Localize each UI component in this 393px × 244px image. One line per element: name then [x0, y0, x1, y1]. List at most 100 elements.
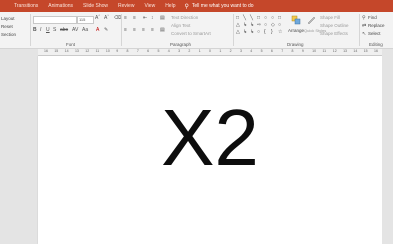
font-size-combo[interactable]: 115: [77, 16, 94, 24]
font-group-label: Font: [66, 42, 76, 47]
increase-font-icon[interactable]: Aˆ: [95, 15, 100, 21]
lightbulb-icon: ⚲: [184, 3, 189, 10]
ruler-tick-label: 0: [209, 49, 211, 53]
tab-animations[interactable]: Animations: [43, 3, 78, 9]
shape-effects-button[interactable]: Shape Effects: [320, 31, 348, 36]
align-left-icon[interactable]: ≡: [124, 27, 127, 33]
tab-view[interactable]: View: [139, 3, 160, 9]
paragraph-group-label: Paragraph: [170, 42, 192, 47]
section-button[interactable]: Section: [1, 32, 16, 37]
select-button[interactable]: Select: [368, 31, 381, 36]
line-spacing-icon[interactable]: ↕: [151, 15, 154, 21]
font-color-icon[interactable]: A: [96, 27, 99, 33]
slide-canvas[interactable]: X2: [38, 56, 382, 244]
change-case-icon[interactable]: Aa: [82, 27, 88, 33]
justify-icon[interactable]: ≡: [151, 27, 154, 33]
ruler-tick-label: 16: [374, 49, 378, 53]
tab-help[interactable]: Help: [160, 3, 180, 9]
layout-button[interactable]: Layout: [1, 16, 15, 21]
find-icon: ⚲: [362, 15, 366, 21]
text-direction-button[interactable]: Text Direction: [171, 15, 198, 20]
ruler-tick-label: 9: [116, 49, 119, 53]
underline-icon[interactable]: U: [46, 27, 50, 33]
vertical-scrollbar[interactable]: [382, 49, 393, 244]
numbering-icon[interactable]: ≡: [133, 15, 136, 21]
find-button[interactable]: Find: [368, 15, 377, 20]
ruler-tick-label: 6: [147, 49, 150, 53]
arrange-button[interactable]: Arrange: [288, 28, 304, 33]
drawing-group-label: Drawing: [287, 42, 304, 47]
slide-text-box[interactable]: X2: [38, 98, 382, 178]
ruler-tick-label: 10: [312, 49, 317, 53]
align-right-icon[interactable]: ≡: [142, 27, 145, 33]
select-icon: ↖: [362, 31, 367, 37]
align-center-icon[interactable]: ≡: [133, 27, 136, 33]
strikethrough-icon[interactable]: abc: [60, 27, 68, 33]
horizontal-ruler[interactable]: 16 15 14 13 12 11 10 9 8 7 6 5 4 3 2 1 0 1 2 3 4 5 6 7 8 9 10 11 12 1…: [38, 49, 382, 56]
group-separator: [359, 14, 360, 46]
ribbon-tab-bar: Transitions Animations Slide Show Review…: [0, 0, 393, 12]
ruler-tick-label: 11: [95, 49, 100, 53]
ruler-tick-label: 1: [198, 49, 201, 53]
decrease-font-icon[interactable]: Aˇ: [104, 15, 109, 21]
shape-outline-button[interactable]: Shape Outline: [320, 23, 349, 28]
ruler-tick-label: 1: [219, 49, 222, 53]
ruler-tick-label: 3: [178, 49, 181, 53]
tab-transitions[interactable]: Transitions: [0, 3, 43, 9]
tab-slide-show[interactable]: Slide Show: [78, 3, 113, 9]
arrange-icon[interactable]: [291, 15, 301, 25]
ruler-tick-label: 5: [260, 49, 263, 53]
convert-smartart-button[interactable]: Convert to SmartArt: [171, 31, 211, 36]
group-separator: [30, 14, 31, 46]
character-spacing-icon[interactable]: AV: [72, 27, 78, 33]
ruler-tick-label: 14: [64, 49, 69, 53]
ruler-tick-label: 4: [167, 49, 170, 53]
ruler-tick-label: 7: [136, 49, 139, 53]
shapes-gallery[interactable]: □ ╲ ╲ □ ○ ○ □ △ ↳ ↳ ⇨ ○ ◇ ○ △ ↳ ↳ ○ { } …: [236, 15, 284, 35]
ruler-tick-label: 15: [54, 49, 59, 53]
tab-review[interactable]: Review: [113, 3, 139, 9]
ruler-tick-label: 3: [239, 49, 242, 53]
ruler-tick-label: 13: [343, 49, 347, 53]
ruler-tick-label: 4: [250, 49, 253, 53]
indent-icon[interactable]: ⇤: [143, 15, 147, 21]
shadow-icon[interactable]: S: [53, 27, 56, 33]
group-separator: [233, 14, 234, 46]
ruler-tick-label: 15: [363, 49, 368, 53]
ruler-tick-label: 16: [44, 49, 48, 53]
quick-styles-icon[interactable]: [306, 15, 316, 25]
reset-button[interactable]: Reset: [1, 24, 13, 29]
ruler-tick-label: 10: [105, 49, 110, 53]
font-name-combo[interactable]: [33, 16, 77, 24]
tell-me-text: Tell me what you want to do: [191, 3, 254, 9]
replace-icon: ⇄: [362, 23, 367, 29]
ruler-tick-label: 8: [126, 49, 129, 53]
editing-group-label: Editing: [369, 42, 383, 47]
ruler-tick-label: 12: [85, 49, 90, 53]
distributed-icon[interactable]: ▤: [160, 27, 165, 33]
ruler-tick-label: 6: [270, 49, 273, 53]
ruler-tick-label: 2: [229, 49, 232, 53]
highlight-icon[interactable]: ✎: [104, 27, 108, 33]
ruler-tick-label: 7: [281, 49, 284, 53]
bold-icon[interactable]: B: [33, 27, 37, 33]
editing-workspace: 16 15 14 13 12 11 10 9 8 7 6 5 4 3 2 1 0 1 2 3 4 5 6 7 8 9 10 11 12 1…: [0, 49, 393, 244]
italic-icon[interactable]: I: [40, 27, 41, 33]
ruler-tick-label: 14: [353, 49, 358, 53]
replace-button[interactable]: Replace: [368, 23, 385, 28]
align-text-button[interactable]: Align Text: [171, 23, 190, 28]
ruler-tick-label: 11: [322, 49, 327, 53]
ruler-tick-label: 2: [188, 49, 191, 53]
tell-me-box[interactable]: ⚲ Tell me what you want to do: [180, 3, 253, 10]
powerpoint-window: Transitions Animations Slide Show Review…: [0, 0, 393, 244]
shape-fill-button[interactable]: Shape Fill: [320, 15, 340, 20]
group-separator: [121, 14, 122, 46]
thumbnail-pane-edge: [0, 49, 38, 244]
ruler-tick-label: 12: [332, 49, 337, 53]
columns-icon[interactable]: ▤: [160, 15, 165, 21]
ruler-tick-label: 5: [157, 49, 160, 53]
ruler-tick-label: 8: [291, 49, 294, 53]
bullets-icon[interactable]: ≡: [124, 15, 127, 21]
ruler-tick-label: 9: [301, 49, 304, 53]
ribbon-home: Layout Reset Section 115 Aˆ Aˇ ⌫ B I U S…: [0, 12, 393, 49]
